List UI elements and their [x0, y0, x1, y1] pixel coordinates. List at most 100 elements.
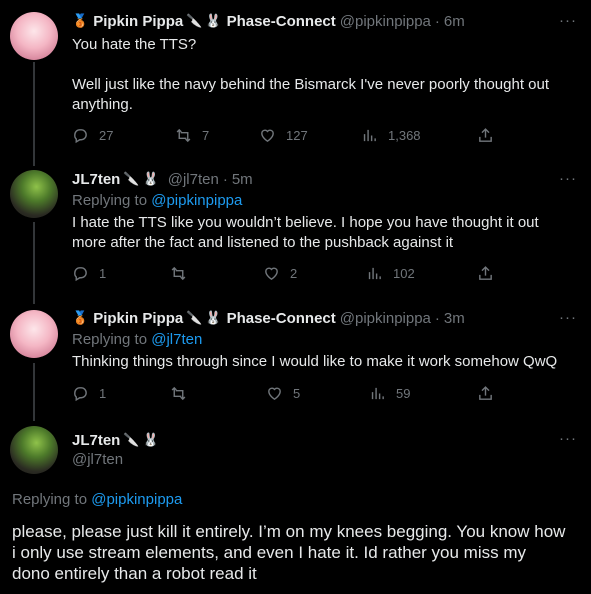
main-tweet: JL7ten 🔪 🐰 @jl7ten ··· Replying to @pipk…: [0, 420, 591, 594]
handle[interactable]: @pipkinpippa: [340, 13, 431, 30]
share-button[interactable]: [477, 265, 494, 282]
reply-count: 27: [99, 128, 114, 143]
views-icon: [371, 387, 384, 400]
rabbit-icon: 🐰: [142, 432, 159, 447]
tweet-text: You hate the TTS? Well just like the nav…: [72, 35, 577, 115]
text-line: dono entirely than a robot read it: [12, 564, 257, 583]
rabbit-icon: 🐰: [205, 310, 222, 325]
text-line: anything.: [72, 96, 133, 113]
text-line: I hate the TTS like you wouldn’t believe…: [72, 214, 539, 231]
heart-icon: [265, 267, 278, 281]
like-button[interactable]: 5: [266, 385, 300, 402]
share-icon: [479, 386, 492, 400]
handle[interactable]: @pipkinpippa: [340, 310, 431, 327]
text-line: Thinking things through since I would li…: [72, 353, 558, 370]
like-button[interactable]: 127: [259, 127, 308, 144]
reply-count: 1: [99, 386, 107, 401]
view-count: 102: [393, 266, 415, 281]
heart-icon: [268, 387, 281, 401]
tweet[interactable]: 🥉 Pipkin Pippa 🔪 🐰 Phase-Connect @pipkin…: [0, 0, 591, 160]
view-count: 59: [396, 386, 411, 401]
avatar[interactable]: [10, 12, 58, 60]
tweet[interactable]: JL7ten 🔪 🐰 @jl7ten · 5m ··· Replying to …: [0, 160, 591, 300]
replying-to-label: Replying to: [72, 192, 148, 209]
retweet-icon: [176, 128, 191, 143]
tweet-actions: 1 2 102: [72, 265, 502, 285]
share-icon: [479, 128, 492, 142]
text-line: i only use stream elements, and even I h…: [12, 543, 527, 562]
medal-icon: 🥉: [72, 310, 89, 325]
affiliation-name: Phase-Connect: [226, 12, 336, 30]
reply-button[interactable]: 27: [72, 127, 113, 144]
retweet-button[interactable]: [170, 265, 197, 282]
heart-icon: [261, 129, 274, 143]
reply-icon: [74, 387, 87, 402]
rabbit-icon: 🐰: [205, 13, 222, 28]
text-line: You hate the TTS?: [72, 36, 197, 53]
timestamp[interactable]: 3m: [444, 310, 465, 327]
avatar[interactable]: [10, 310, 58, 358]
tweet[interactable]: 🥉 Pipkin Pippa 🔪 🐰 Phase-Connect @pipkin…: [0, 300, 591, 420]
replying-to-link[interactable]: @pipkinpippa: [151, 192, 242, 209]
like-count: 2: [290, 266, 298, 281]
handle[interactable]: @jl7ten: [168, 171, 219, 188]
views-button[interactable]: 102: [366, 265, 415, 282]
rabbit-icon: 🐰: [142, 171, 159, 186]
handle[interactable]: @jl7ten: [72, 451, 123, 468]
share-button[interactable]: [477, 127, 494, 144]
tweet-text: Thinking things through since I would li…: [72, 352, 577, 372]
reply-button[interactable]: 1: [72, 385, 106, 402]
display-name[interactable]: Pipkin Pippa: [93, 13, 183, 30]
separator-dot: ·: [434, 12, 440, 30]
retweet-icon: [171, 386, 186, 401]
display-name[interactable]: JL7ten: [72, 432, 120, 449]
reply-button[interactable]: 1: [72, 265, 106, 282]
retweet-button[interactable]: 7: [175, 127, 209, 144]
views-button[interactable]: 59: [369, 385, 410, 402]
replying-to: Replying to @pipkinpippa: [12, 491, 182, 508]
separator-dot: ·: [222, 170, 228, 188]
affiliation-name: Phase-Connect: [226, 309, 336, 327]
timestamp[interactable]: 6m: [444, 13, 465, 30]
tweet-text: I hate the TTS like you wouldn’t believe…: [72, 213, 577, 253]
more-options-icon[interactable]: ···: [559, 430, 577, 447]
display-name[interactable]: Pipkin Pippa: [93, 310, 183, 327]
like-count: 127: [286, 128, 308, 143]
tweet-actions: 1 5 59: [72, 385, 502, 405]
sword-icon: 🔪: [186, 13, 203, 28]
views-icon: [368, 267, 381, 280]
more-options-icon[interactable]: ···: [559, 12, 577, 29]
views-icon: [363, 129, 376, 142]
sword-icon: 🔪: [186, 310, 203, 325]
share-button[interactable]: [477, 385, 494, 402]
text-line: more after the fact and listened to the …: [72, 234, 454, 251]
sword-icon: 🔪: [123, 171, 140, 186]
tweet-header: JL7ten 🔪 🐰: [72, 430, 551, 450]
retweet-button[interactable]: [170, 385, 197, 402]
reply-count: 1: [99, 266, 107, 281]
reply-icon: [74, 267, 87, 282]
display-name[interactable]: JL7ten: [72, 171, 120, 188]
more-options-icon[interactable]: ···: [559, 309, 577, 326]
replying-to: Replying to @jl7ten: [72, 331, 202, 348]
tweet-header: JL7ten 🔪 🐰 @jl7ten · 5m: [72, 169, 551, 189]
avatar[interactable]: [10, 170, 58, 218]
timestamp[interactable]: 5m: [232, 171, 253, 188]
replying-to-label: Replying to: [12, 491, 88, 508]
like-button[interactable]: 2: [263, 265, 297, 282]
share-icon: [479, 266, 492, 280]
avatar[interactable]: [10, 426, 58, 474]
retweet-count: 7: [202, 128, 210, 143]
text-line: [72, 55, 577, 75]
views-button[interactable]: 1,368: [361, 127, 421, 144]
more-options-icon[interactable]: ···: [559, 170, 577, 187]
reply-icon: [74, 129, 87, 144]
replying-to-link[interactable]: @jl7ten: [151, 331, 202, 348]
sword-icon: 🔪: [123, 432, 140, 447]
medal-icon: 🥉: [72, 13, 89, 28]
tweet-text: please, please just kill it entirely. I’…: [12, 521, 582, 584]
separator-dot: ·: [434, 309, 440, 327]
tweet-actions: 27 7 127 1,368: [72, 127, 502, 147]
replying-to: Replying to @pipkinpippa: [72, 192, 242, 209]
replying-to-link[interactable]: @pipkinpippa: [91, 491, 182, 508]
